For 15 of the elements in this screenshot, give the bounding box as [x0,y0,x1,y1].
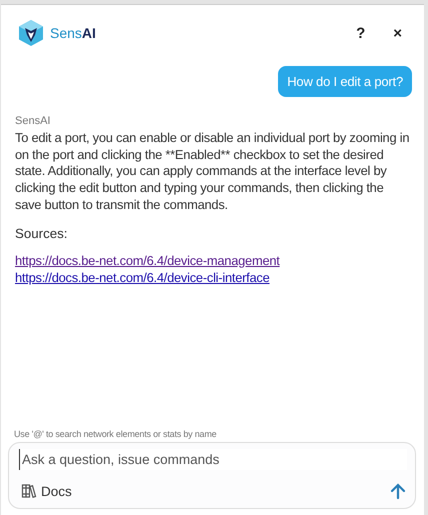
logo-icon [17,19,45,47]
assistant-message: To edit a port, you can enable or disable an individual port by zooming in on the port and clicking the **Enabled** checkbox to set the desired state. Additionally, you can apply commands at the interface level by clicking the edit button and typing your commands, then clicking the save button to transmit the commands. [15,130,410,214]
source-link[interactable]: https://docs.be-net.com/6.4/device-management [15,252,280,269]
user-message: How do I edit a port? [278,66,412,97]
sender-name: SensAI [15,115,52,127]
send-button[interactable] [389,482,407,500]
close-button[interactable]: × [385,24,410,42]
source-link[interactable]: https://docs.be-net.com/6.4/device-cli-interface [15,268,270,286]
docs-button[interactable]: Docs [19,483,74,499]
input-hint: Use '@' to search network elements or stats by name [14,429,218,439]
app-title: SensAI [50,25,96,41]
help-button[interactable]: ? [348,24,374,42]
books-icon [21,483,37,499]
sources-label: Sources: [15,226,68,241]
message-composer[interactable]: Ask a question, issue commands Docs [8,442,416,509]
